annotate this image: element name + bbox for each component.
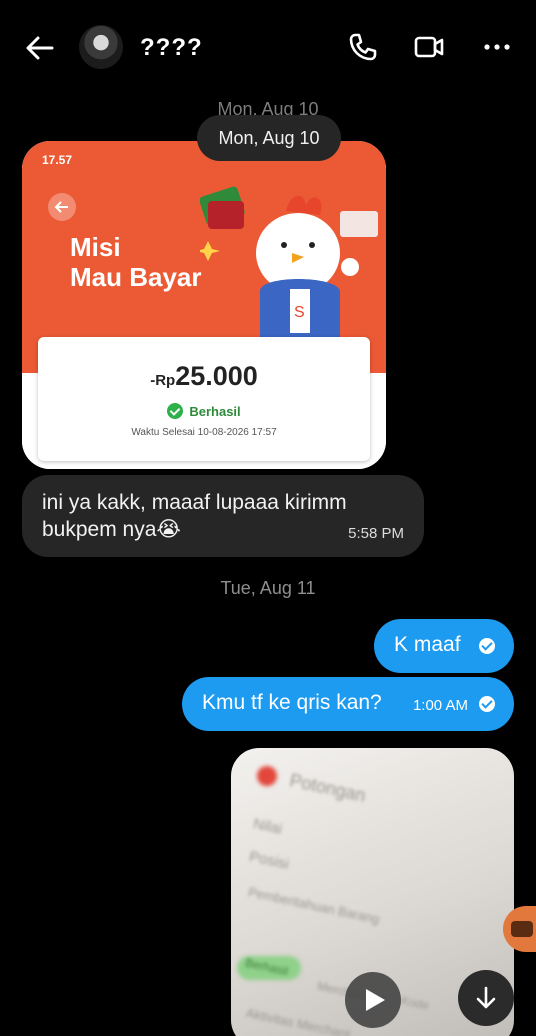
payment-amount: -Rp25.000 [38, 361, 370, 392]
amount-currency: -Rp [150, 372, 176, 389]
screenshot-status-time: 17.57 [42, 153, 73, 167]
avatar[interactable] [79, 25, 123, 69]
sent-message-bubble[interactable]: Kmu tf ke qris kan? 1:00 AM [182, 677, 514, 731]
date-separator: Tue, Aug 11 [220, 578, 316, 598]
read-receipt-icon [479, 696, 495, 712]
payment-status: Berhasil [38, 403, 370, 419]
sent-message-bubble[interactable]: K maaf [374, 619, 514, 673]
play-video-button[interactable] [345, 972, 401, 1028]
blurred-text: Kode [399, 993, 431, 1013]
image-message[interactable]: 17.57 Misi Mau Bayar S -Rp25.000 Berhasi… [22, 141, 386, 469]
blurred-red-dot [257, 766, 277, 786]
payment-status-label: Berhasil [189, 404, 241, 419]
arrow-left-icon [48, 193, 76, 221]
received-message-bubble[interactable]: ini ya kakk, maaaf lupaaa kirimm bukpem … [22, 475, 424, 557]
play-icon [366, 989, 385, 1011]
check-circle-icon [167, 403, 184, 419]
video-call-button[interactable] [412, 30, 446, 64]
amount-value: 25.000 [175, 361, 258, 391]
arrow-left-icon [26, 36, 54, 60]
svg-text:S: S [294, 304, 305, 321]
mascot-illustration: S [200, 186, 378, 341]
blurred-text: Posisi [247, 848, 291, 873]
received-message-time: 5:58 PM [348, 525, 404, 542]
blurred-text: Aktivitas Merchant [244, 1005, 352, 1036]
sticky-date-chip: Mon, Aug 10 [197, 115, 341, 161]
blurred-text: Potongan [287, 770, 368, 806]
call-button[interactable] [346, 30, 380, 64]
sent-message-time: 1:00 AM [412, 697, 468, 714]
chat-header: ???? [0, 0, 536, 96]
contact-name[interactable]: ???? [140, 34, 203, 62]
scroll-to-bottom-button[interactable] [458, 970, 514, 1026]
blurred-text: Pemberitahuan Barang [246, 884, 381, 927]
more-options-button[interactable] [480, 30, 514, 64]
receipt-card: -Rp25.000 Berhasil Waktu Selesai 10-08-2… [38, 337, 370, 461]
completion-time: Waktu Selesai 10-08-2026 17:57 [131, 427, 277, 438]
more-horizontal-icon [484, 44, 510, 50]
promo-title-line1: Misi [70, 232, 121, 262]
arrow-down-icon [476, 986, 496, 1009]
camera-icon [511, 921, 533, 937]
phone-icon [349, 33, 377, 61]
promo-title-line2: Mau Bayar [70, 262, 202, 292]
sent-message-text: Kmu tf ke qris kan? [202, 691, 382, 714]
back-button[interactable] [22, 30, 58, 66]
read-receipt-icon [479, 638, 495, 654]
video-camera-icon [414, 36, 444, 58]
blurred-text: Nilai [251, 815, 284, 838]
sent-message-text: K maaf [394, 633, 461, 656]
